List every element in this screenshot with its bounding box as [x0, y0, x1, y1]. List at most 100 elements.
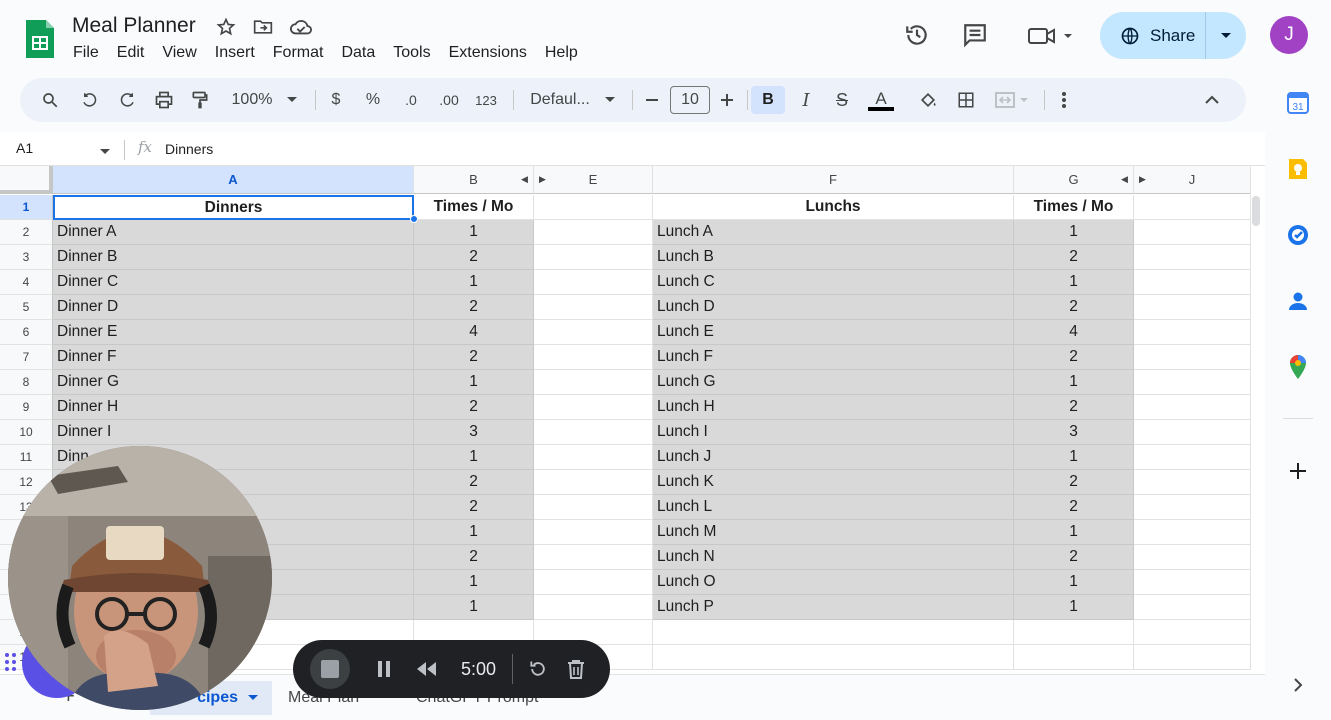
- dinner-times-cell[interactable]: 1: [414, 370, 534, 395]
- dinner-times-cell[interactable]: 1: [414, 445, 534, 470]
- lunch-name-cell[interactable]: Lunch D: [653, 295, 1014, 320]
- grid-cell[interactable]: [1134, 595, 1251, 620]
- dinner-times-cell[interactable]: 2: [414, 545, 534, 570]
- select-all-corner[interactable]: [0, 166, 53, 194]
- lunch-name-cell[interactable]: Lunch B: [653, 245, 1014, 270]
- lunch-name-cell[interactable]: Lunch G: [653, 370, 1014, 395]
- dinner-times-cell[interactable]: 4: [414, 320, 534, 345]
- undo-icon[interactable]: [78, 86, 102, 114]
- stop-recording-button[interactable]: [293, 640, 367, 698]
- expand-panel-icon[interactable]: [1285, 672, 1311, 698]
- lunch-name-cell[interactable]: Lunch M: [653, 520, 1014, 545]
- lunch-name-cell[interactable]: Lunch N: [653, 545, 1014, 570]
- merge-cells-icon[interactable]: [992, 86, 1032, 114]
- dinner-name-cell[interactable]: Dinner G: [53, 370, 414, 395]
- share-main[interactable]: Share: [1100, 12, 1206, 59]
- video-call-icon[interactable]: [1024, 20, 1076, 50]
- font-family-select[interactable]: Defaul...: [524, 86, 596, 114]
- row-header[interactable]: 5: [0, 295, 53, 320]
- menu-file[interactable]: File: [64, 42, 108, 64]
- grid-cell[interactable]: [534, 420, 653, 445]
- decrease-font-size-icon[interactable]: [642, 86, 662, 114]
- grid-cell[interactable]: [1134, 370, 1251, 395]
- lunch-times-cell[interactable]: 3: [1014, 420, 1134, 445]
- lunch-times-cell[interactable]: 2: [1014, 470, 1134, 495]
- add-icon[interactable]: [1285, 458, 1311, 484]
- grid-cell[interactable]: [1134, 395, 1251, 420]
- grid-cell[interactable]: [534, 570, 653, 595]
- lunch-times-cell[interactable]: 2: [1014, 545, 1134, 570]
- grid-cell[interactable]: [1134, 645, 1251, 670]
- share-button[interactable]: Share: [1100, 12, 1246, 59]
- lunch-name-cell[interactable]: Lunch F: [653, 345, 1014, 370]
- dinner-name-cell[interactable]: Dinner H: [53, 395, 414, 420]
- fill-color-icon[interactable]: [916, 86, 940, 114]
- increase-decimal-button[interactable]: .00: [434, 86, 464, 114]
- grid-cell[interactable]: [534, 470, 653, 495]
- column-header-a[interactable]: A: [53, 166, 414, 194]
- zoom-dropdown-icon[interactable]: [284, 86, 300, 114]
- dinner-name-cell[interactable]: Dinner A: [53, 220, 414, 245]
- lunch-name-cell[interactable]: Lunch H: [653, 395, 1014, 420]
- column-header-f[interactable]: F: [653, 166, 1014, 194]
- name-box-dropdown-icon[interactable]: [99, 143, 111, 161]
- dinner-times-cell[interactable]: 2: [414, 345, 534, 370]
- dinner-times-cell[interactable]: 2: [414, 395, 534, 420]
- grid-cell[interactable]: [534, 520, 653, 545]
- grid-cell[interactable]: [534, 545, 653, 570]
- redo-icon[interactable]: [115, 86, 139, 114]
- grid-cell[interactable]: [1134, 520, 1251, 545]
- star-icon[interactable]: [215, 16, 237, 38]
- unhide-left-arrow-icon[interactable]: ◀: [1121, 174, 1128, 185]
- formula-input[interactable]: Dinners: [165, 141, 213, 157]
- header-cell-dinners[interactable]: Dinners: [53, 195, 414, 220]
- lunch-name-cell[interactable]: Lunch J: [653, 445, 1014, 470]
- name-box[interactable]: A1: [16, 140, 33, 156]
- unhide-right-arrow-icon[interactable]: ▶: [539, 174, 546, 185]
- grid-cell[interactable]: [653, 620, 1014, 645]
- comment-icon[interactable]: [960, 20, 990, 50]
- grid-cell[interactable]: [1134, 295, 1251, 320]
- lunch-name-cell[interactable]: Lunch O: [653, 570, 1014, 595]
- lunch-name-cell[interactable]: Lunch C: [653, 270, 1014, 295]
- menu-tools[interactable]: Tools: [384, 42, 439, 64]
- grid-cell[interactable]: [1134, 445, 1251, 470]
- lunch-times-cell[interactable]: 2: [1014, 395, 1134, 420]
- grid-cell[interactable]: [534, 220, 653, 245]
- dinner-name-cell[interactable]: Dinner C: [53, 270, 414, 295]
- zoom-select[interactable]: 100%: [226, 86, 278, 114]
- dinner-name-cell[interactable]: Dinner D: [53, 295, 414, 320]
- grid-cell[interactable]: [1134, 245, 1251, 270]
- grid-cell[interactable]: [1134, 420, 1251, 445]
- paint-format-icon[interactable]: [188, 86, 212, 114]
- lunch-times-cell[interactable]: 2: [1014, 295, 1134, 320]
- grid-cell[interactable]: [534, 245, 653, 270]
- account-avatar[interactable]: J: [1270, 16, 1308, 54]
- font-dropdown-icon[interactable]: [602, 86, 618, 114]
- drag-handle-icon[interactable]: [4, 652, 18, 677]
- row-header[interactable]: 10: [0, 420, 53, 445]
- row-header[interactable]: 6: [0, 320, 53, 345]
- menu-view[interactable]: View: [153, 42, 205, 64]
- lunch-name-cell[interactable]: Lunch L: [653, 495, 1014, 520]
- text-color-button[interactable]: A: [866, 86, 896, 114]
- sheet-menu-icon[interactable]: [248, 695, 258, 701]
- lunch-times-cell[interactable]: 1: [1014, 570, 1134, 595]
- grid-cell[interactable]: [1134, 470, 1251, 495]
- selection-fill-handle[interactable]: [410, 215, 418, 223]
- print-icon[interactable]: [152, 86, 176, 114]
- grid-cell[interactable]: [1134, 495, 1251, 520]
- lunch-times-cell[interactable]: 1: [1014, 520, 1134, 545]
- menu-format[interactable]: Format: [264, 42, 333, 64]
- lunch-times-cell[interactable]: 2: [1014, 345, 1134, 370]
- grid-cell[interactable]: [1134, 195, 1251, 220]
- delete-recording-icon[interactable]: [557, 640, 595, 698]
- lunch-times-cell[interactable]: 2: [1014, 495, 1134, 520]
- row-header[interactable]: 7: [0, 345, 53, 370]
- grid-cell[interactable]: [1134, 320, 1251, 345]
- grid-cell[interactable]: [1014, 645, 1134, 670]
- font-size-input[interactable]: 10: [670, 86, 710, 114]
- lunch-times-cell[interactable]: 1: [1014, 270, 1134, 295]
- lunch-times-cell[interactable]: 1: [1014, 370, 1134, 395]
- menu-data[interactable]: Data: [332, 42, 384, 64]
